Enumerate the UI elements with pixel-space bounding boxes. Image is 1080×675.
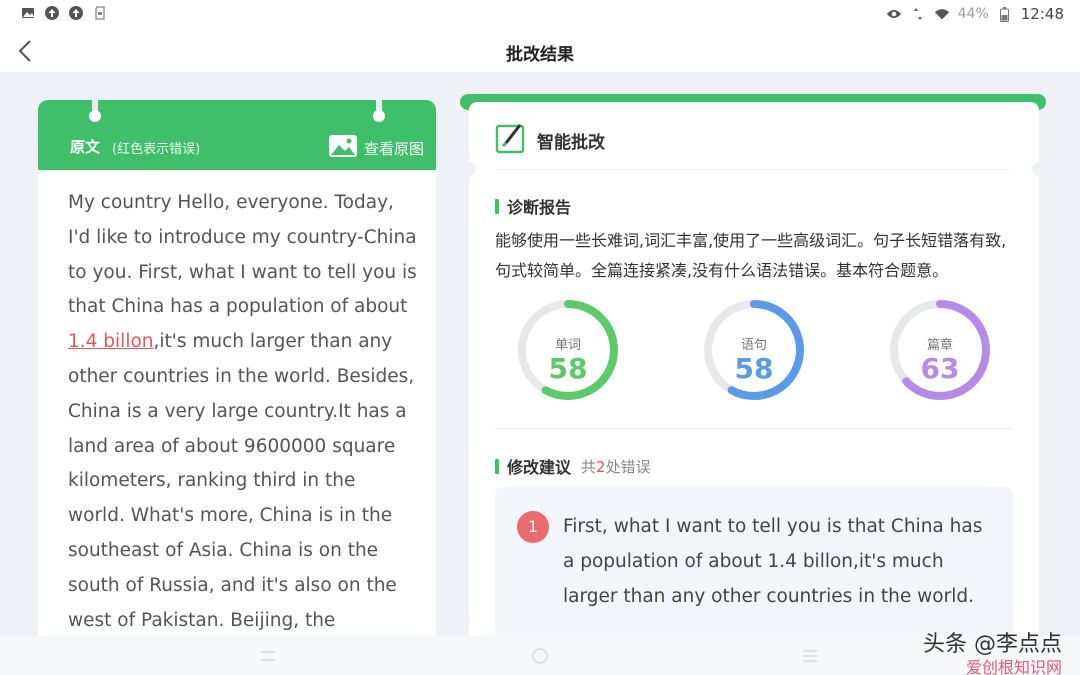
score-label: 篇章 (926, 338, 953, 353)
score-ring-words: 单词 58 (516, 298, 620, 402)
navigation-bar (0, 636, 1080, 675)
suggestion-text: First, what I want to tell you is that C… (563, 516, 983, 607)
binder-pin (373, 100, 385, 122)
diagnosis-text: 能够使用一些长难词,词汇丰富,使用了一些高级词汇。句子长短错落有致,句式较简单。… (495, 231, 1007, 280)
binder-pin (89, 100, 101, 122)
card-notch (1032, 162, 1046, 176)
error-legend: (红色表示错误) (112, 142, 201, 157)
score-label: 单词 (554, 338, 581, 353)
recent-apps-icon[interactable] (258, 646, 278, 666)
suggestion-number-badge: 1 (517, 511, 549, 543)
score-value: 58 (734, 352, 774, 385)
divider (495, 169, 1013, 170)
score-label: 语句 (740, 338, 767, 353)
home-icon[interactable] (530, 646, 550, 666)
score-value: 63 (920, 352, 960, 385)
card-notch (462, 162, 476, 176)
suggestions-label: 修改建议 共2处错误 (495, 454, 651, 478)
error-count-suffix: 处错误 (605, 457, 651, 476)
suggestions-title: 修改建议 (507, 458, 572, 477)
clock: 12:48 (1020, 5, 1064, 23)
image-icon (20, 5, 36, 21)
grading-panel: 智能批改 诊断报告 能够使用一些长难词,词汇丰富,使用了一些高级词汇。句子长短错… (460, 94, 1046, 662)
upload-icon (44, 5, 60, 21)
suggestion-item[interactable]: 1 First, what I want to tell you is that… (495, 487, 1013, 647)
essay-text: My country Hello, everyone. Today, I'd l… (68, 186, 418, 638)
label-marker (495, 198, 499, 214)
smart-grading-title: 智能批改 (537, 132, 605, 153)
original-essay-card: 原文 (红色表示错误) 查看原图 My country Hello, every… (38, 100, 436, 660)
sd-card-icon (92, 5, 108, 21)
view-original-label: 查看原图 (363, 139, 424, 158)
smart-grading-header: 智能批改 (495, 122, 605, 158)
notification-icons (20, 5, 108, 21)
score-ring-sentences: 语句 58 (702, 298, 806, 402)
diagnosis-label: 诊断报告 (495, 194, 571, 218)
original-essay-header: 原文 (红色表示错误) 查看原图 (38, 100, 436, 170)
watermark: 头条 @李点点 爱创根知识网 (923, 626, 1062, 675)
view-original-button[interactable]: 查看原图 (328, 134, 424, 162)
battery-icon (997, 6, 1013, 22)
status-bar: 44% 12:48 (0, 0, 1080, 30)
error-count: 共2处错误 (581, 456, 651, 477)
page-title: 批改结果 (506, 45, 574, 65)
edit-icon (495, 122, 527, 158)
error-highlight[interactable]: 1.4 billon (68, 331, 154, 352)
error-count-prefix: 共 (581, 457, 597, 476)
score-ring-passage: 篇章 63 (888, 298, 992, 402)
essay-segment: My country Hello, everyone. Today, I'd l… (68, 192, 417, 318)
menu-icon[interactable] (800, 646, 820, 666)
upload-icon (68, 5, 84, 21)
divider (495, 428, 1013, 429)
wifi-icon (934, 6, 950, 22)
system-indicators: 44% 12:48 (886, 5, 1064, 23)
picture-icon (328, 134, 358, 162)
grading-card: 智能批改 诊断报告 能够使用一些长难词,词汇丰富,使用了一些高级词汇。句子长短错… (462, 102, 1046, 662)
title-bar: 批改结果 (0, 30, 1080, 72)
essay-segment: ,it's much larger than any other countri… (68, 331, 415, 631)
diagnosis-title: 诊断报告 (507, 198, 572, 217)
original-title: 原文 (70, 138, 101, 156)
eye-icon (886, 6, 902, 22)
battery-level: 44% (957, 6, 989, 22)
score-value: 58 (548, 352, 588, 385)
data-transfer-icon (910, 6, 926, 22)
label-marker (495, 458, 499, 474)
error-count-number: 2 (596, 457, 606, 476)
